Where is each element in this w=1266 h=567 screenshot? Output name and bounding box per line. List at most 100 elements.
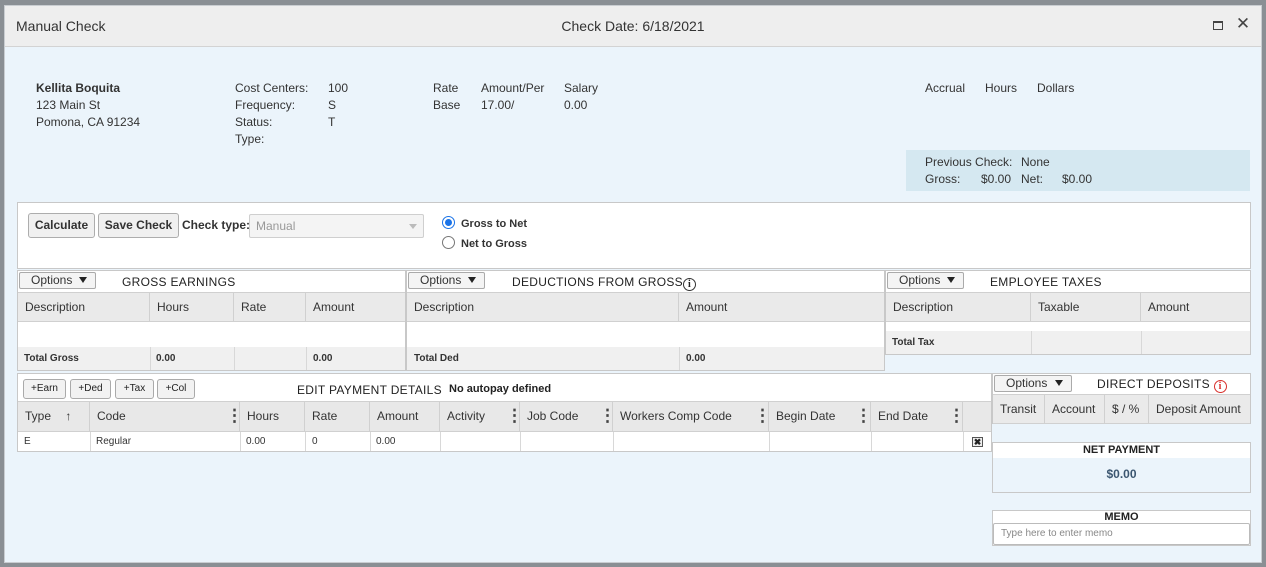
save-check-button[interactable]: Save Check: [98, 213, 179, 238]
check-type-select[interactable]: Manual: [249, 214, 424, 238]
row-rate[interactable]: 0: [312, 436, 318, 447]
add-earn-button[interactable]: +Earn: [23, 379, 66, 399]
check-type-value: Manual: [256, 219, 296, 233]
employee-taxes-header: Description Taxable Amount: [886, 292, 1250, 322]
net-payment-panel: NET PAYMENT $0.00: [992, 442, 1251, 493]
gross-earnings-header: Description Hours Rate Amount: [18, 292, 405, 322]
gross-to-net-radio[interactable]: [442, 216, 455, 229]
options-label: Options: [1006, 376, 1048, 390]
column-menu-icon[interactable]: [599, 407, 616, 425]
direct-deposits-title: DIRECT DEPOSITS i: [1097, 377, 1227, 393]
previous-check-value: None: [1021, 155, 1050, 169]
deductions-footer: Total Ded 0.00: [407, 347, 884, 370]
column-header-description[interactable]: Description: [18, 293, 150, 321]
column-header-description[interactable]: Description: [407, 293, 679, 321]
caret-down-icon: [79, 277, 87, 283]
check-toolbar: Calculate Save Check Check type: Manual …: [17, 202, 1251, 269]
total-gross-label: Total Gross: [24, 353, 79, 364]
gross-earnings-panel: Options GROSS EARNINGS Description Hours…: [17, 270, 406, 371]
employee-address-line2: Pomona, CA 91234: [36, 115, 141, 129]
calculate-button[interactable]: Calculate: [28, 213, 95, 238]
frequency-label: Frequency:: [235, 98, 296, 112]
column-header-hours[interactable]: Hours: [150, 293, 234, 321]
column-header-hours[interactable]: Hours: [240, 402, 305, 431]
workers-comp-header-label: Workers Comp Code: [620, 409, 732, 423]
column-menu-icon[interactable]: [754, 407, 771, 425]
previous-check-box: Previous Check: None Gross: $0.00 Net: $…: [906, 150, 1250, 191]
delete-row-icon[interactable]: ✖: [972, 437, 983, 447]
accrual-label: Accrual: [925, 81, 966, 95]
salary-label: Salary: [564, 81, 599, 95]
row-hours[interactable]: 0.00: [246, 436, 265, 447]
column-header-amount[interactable]: Amount: [370, 402, 440, 431]
manual-check-dialog: Manual Check Check Date: 6/18/2021 ✕ Kel…: [4, 5, 1262, 563]
column-menu-icon[interactable]: [855, 407, 872, 425]
cost-centers-value: 100: [328, 81, 349, 95]
column-header-amount[interactable]: Amount: [679, 293, 884, 321]
previous-gross-value: $0.00: [981, 172, 1012, 186]
total-gross-amount: 0.00: [313, 353, 333, 364]
employee-taxes-footer: Total Tax: [886, 331, 1250, 354]
column-header-rate[interactable]: Rate: [305, 402, 370, 431]
add-col-button[interactable]: +Col: [157, 379, 195, 399]
close-icon[interactable]: ✕: [1235, 15, 1251, 32]
amount-per-label: Amount/Per: [481, 81, 545, 95]
column-menu-icon[interactable]: [226, 407, 243, 425]
direct-deposits-options-button[interactable]: Options: [994, 375, 1072, 392]
gross-earnings-options-button[interactable]: Options: [19, 272, 96, 289]
base-amount: 17.00/: [481, 98, 515, 112]
options-label: Options: [31, 273, 73, 287]
add-ded-button[interactable]: +Ded: [70, 379, 111, 399]
column-header-job-code[interactable]: Job Code: [520, 402, 616, 431]
info-icon[interactable]: i: [1213, 380, 1227, 393]
memo-panel: MEMO Type here to enter memo: [992, 510, 1251, 546]
maximize-icon[interactable]: [1210, 17, 1226, 33]
column-header-account[interactable]: Account: [1045, 395, 1105, 423]
activity-header-label: Activity: [447, 409, 486, 423]
column-header-rate[interactable]: Rate: [234, 293, 306, 321]
column-menu-icon[interactable]: [948, 407, 965, 425]
accrual-hours-label: Hours: [985, 81, 1018, 95]
column-header-activity[interactable]: Activity: [440, 402, 523, 431]
net-to-gross-label[interactable]: Net to Gross: [461, 238, 527, 250]
column-header-end-date[interactable]: End Date: [871, 402, 965, 431]
options-label: Options: [899, 273, 941, 287]
net-payment-title: NET PAYMENT: [1082, 444, 1160, 456]
taxes-options-button[interactable]: Options: [887, 272, 964, 289]
column-header-description[interactable]: Description: [886, 293, 1031, 321]
row-amount[interactable]: 0.00: [376, 436, 395, 447]
deductions-options-button[interactable]: Options: [408, 272, 485, 289]
net-to-gross-radio[interactable]: [442, 236, 455, 249]
column-header-deposit-amount[interactable]: Deposit Amount: [1149, 395, 1250, 423]
code-header-label: Code: [97, 409, 126, 423]
payment-details-header: Type ↑ Code Hours Rate Amount Activity J…: [18, 401, 991, 432]
column-header-dollar-percent[interactable]: $ / %: [1105, 395, 1149, 423]
column-header-code[interactable]: Code: [90, 402, 243, 431]
direct-deposits-header: Transit Account $ / % Deposit Amount: [993, 394, 1250, 424]
column-menu-icon[interactable]: [506, 407, 523, 425]
column-header-amount[interactable]: Amount: [306, 293, 405, 321]
employee-address-line1: 123 Main St: [36, 98, 101, 112]
row-type[interactable]: E: [24, 436, 31, 447]
column-header-transit[interactable]: Transit: [993, 395, 1045, 423]
column-header-amount[interactable]: Amount: [1141, 293, 1250, 321]
memo-input[interactable]: Type here to enter memo: [993, 523, 1250, 545]
sort-arrow-icon[interactable]: ↑: [65, 409, 71, 423]
gross-to-net-label[interactable]: Gross to Net: [461, 218, 527, 230]
table-row[interactable]: E Regular 0.00 0 0.00 ✖: [18, 432, 991, 451]
column-header-taxable[interactable]: Taxable: [1031, 293, 1141, 321]
column-header-begin-date[interactable]: Begin Date: [769, 402, 872, 431]
caret-down-icon: [1055, 380, 1063, 386]
previous-net-value: $0.00: [1062, 172, 1093, 186]
payment-details-title: EDIT PAYMENT DETAILS: [297, 383, 442, 397]
column-header-type[interactable]: Type ↑: [18, 402, 90, 431]
column-header-workers-comp[interactable]: Workers Comp Code: [613, 402, 771, 431]
row-code[interactable]: Regular: [96, 436, 131, 447]
add-tax-button[interactable]: +Tax: [115, 379, 154, 399]
total-ded-label: Total Ded: [414, 353, 459, 364]
chevron-down-icon: [409, 224, 417, 229]
info-icon[interactable]: i: [682, 278, 696, 291]
net-payment-value: $0.00: [1106, 467, 1137, 481]
frequency-value: S: [328, 98, 337, 112]
gross-earnings-footer: Total Gross 0.00 0.00: [18, 347, 405, 370]
